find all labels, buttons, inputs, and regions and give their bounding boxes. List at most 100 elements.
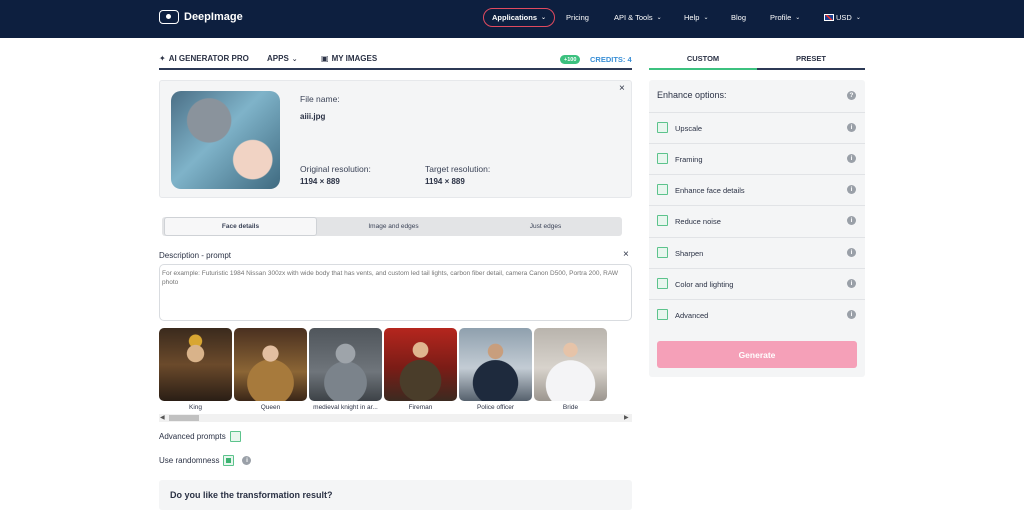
- gallery-horizontal-scrollbar[interactable]: ◀ ▶: [159, 414, 632, 422]
- option-advanced[interactable]: Advanced i: [649, 299, 865, 329]
- tab-my-images-label: MY IMAGES: [331, 54, 378, 63]
- nav-profile[interactable]: Profile ⌄: [770, 8, 800, 27]
- preset-queen[interactable]: Queen: [234, 328, 307, 414]
- nav-applications[interactable]: Applications ⌄: [483, 8, 556, 27]
- prompt-textarea[interactable]: [159, 264, 632, 321]
- remove-file-close-icon[interactable]: ×: [619, 83, 625, 94]
- question-icon[interactable]: ?: [847, 91, 856, 100]
- generate-button[interactable]: Generate: [657, 341, 857, 368]
- buy-credits-badge[interactable]: +100: [560, 55, 581, 64]
- nav-blog-label: Blog: [731, 13, 747, 22]
- nav-currency-label: USD: [836, 13, 852, 22]
- preset-knight-image: [309, 328, 382, 401]
- tab-preset-indicator: [757, 68, 865, 70]
- nav-pricing-label: Pricing: [566, 13, 589, 22]
- credits-counter: CREDITS: 4: [590, 55, 632, 64]
- tab-custom[interactable]: CUSTOM: [649, 54, 757, 63]
- top-navbar: DeepImage Applications ⌄ Pricing API & To…: [0, 0, 1024, 38]
- nav-api-tools[interactable]: API & Tools ⌄: [614, 8, 662, 27]
- option-framing[interactable]: Framing i: [649, 143, 865, 173]
- mode-segmented-control: Face details Image and edges Just edges: [162, 217, 622, 236]
- preset-police-officer[interactable]: Police officer: [459, 328, 532, 414]
- chevron-down-icon: ⌄: [656, 15, 662, 21]
- uk-flag-icon: [824, 14, 834, 21]
- preset-bride-label: Bride: [562, 404, 579, 411]
- preset-gallery: King Queen medieval knight in ar... Fire…: [159, 328, 632, 414]
- info-icon[interactable]: i: [847, 216, 856, 225]
- mode-just-edges[interactable]: Just edges: [469, 217, 622, 236]
- use-randomness-label: Use randomness: [159, 456, 220, 465]
- advanced-checkbox[interactable]: [657, 309, 668, 320]
- scrollbar-thumb[interactable]: [169, 415, 199, 421]
- framing-label: Framing: [675, 155, 703, 164]
- feedback-question: Do you like the transformation result?: [170, 490, 333, 500]
- nav-help[interactable]: Help ⌄: [684, 8, 708, 27]
- tab-apps[interactable]: APPS ⌄: [267, 54, 298, 63]
- preset-fireman-image: [384, 328, 457, 401]
- preset-bride-image: [534, 328, 607, 401]
- eye-logo-icon: [159, 10, 179, 24]
- scroll-left-arrow-icon[interactable]: ◀: [160, 414, 165, 421]
- color-lighting-label: Color and lighting: [675, 280, 734, 289]
- nav-currency[interactable]: USD ⌄: [824, 8, 861, 27]
- chevron-down-icon: ⌄: [855, 15, 861, 21]
- tab-preset[interactable]: PRESET: [757, 54, 865, 63]
- upscale-checkbox[interactable]: [657, 122, 668, 133]
- nav-applications-label: Applications: [492, 13, 538, 22]
- enhance-face-label: Enhance face details: [675, 186, 745, 195]
- advanced-prompts-label: Advanced prompts: [159, 432, 226, 441]
- preset-knight[interactable]: medieval knight in ar...: [309, 328, 382, 414]
- advanced-prompts-option: Advanced prompts: [159, 431, 241, 442]
- credits-badge-label: +100: [564, 56, 577, 63]
- option-sharpen[interactable]: Sharpen i: [649, 237, 865, 267]
- info-icon[interactable]: i: [847, 310, 856, 319]
- nav-blog[interactable]: Blog: [731, 8, 746, 27]
- preset-king[interactable]: King: [159, 328, 232, 414]
- chevron-down-icon: ⌄: [541, 15, 547, 21]
- preset-queen-label: Queen: [260, 404, 281, 411]
- color-lighting-checkbox[interactable]: [657, 278, 668, 289]
- tab-apps-label: APPS: [267, 54, 289, 63]
- brand-logo[interactable]: DeepImage: [159, 10, 243, 24]
- clear-prompt-close-icon[interactable]: ×: [623, 249, 629, 260]
- upscale-label: Upscale: [675, 124, 703, 133]
- chevron-down-icon: ⌄: [795, 15, 801, 21]
- tab-ai-generator-pro[interactable]: ✦ AI GENERATOR PRO: [159, 54, 249, 63]
- advanced-prompts-checkbox[interactable]: [229, 431, 241, 442]
- info-icon[interactable]: i: [847, 248, 856, 257]
- advanced-label: Advanced: [675, 311, 709, 320]
- mode-image-and-edges[interactable]: Image and edges: [317, 217, 470, 236]
- prompt-label: Description - prompt: [159, 251, 232, 260]
- option-reduce-noise[interactable]: Reduce noise i: [649, 205, 865, 235]
- nav-pricing[interactable]: Pricing: [566, 8, 589, 27]
- use-randomness-option: Use randomness i: [159, 455, 252, 466]
- preset-fireman-label: Fireman: [408, 404, 433, 411]
- mode-face-details[interactable]: Face details: [164, 217, 317, 236]
- tab-my-images[interactable]: ▣ MY IMAGES: [321, 54, 377, 63]
- info-icon[interactable]: i: [847, 279, 856, 288]
- info-icon[interactable]: i: [242, 456, 252, 465]
- uploaded-file-card: File name: aiii.jpg Original resolution:…: [159, 80, 632, 198]
- option-enhance-face-details[interactable]: Enhance face details i: [649, 174, 865, 204]
- file-name-label: File name:: [300, 94, 340, 104]
- info-icon[interactable]: i: [847, 185, 856, 194]
- enhance-face-checkbox[interactable]: [657, 184, 668, 195]
- use-randomness-checkbox[interactable]: [223, 455, 235, 466]
- original-resolution-label: Original resolution:: [300, 164, 371, 174]
- preset-knight-label: medieval knight in ar...: [313, 404, 378, 411]
- reduce-noise-checkbox[interactable]: [657, 215, 668, 226]
- nav-help-label: Help: [684, 13, 700, 22]
- framing-checkbox[interactable]: [657, 153, 668, 164]
- preset-bride[interactable]: Bride: [534, 328, 607, 414]
- preset-fireman[interactable]: Fireman: [384, 328, 457, 414]
- option-color-and-lighting[interactable]: Color and lighting i: [649, 268, 865, 298]
- preset-king-label: King: [188, 404, 202, 411]
- uploaded-image-thumbnail: [171, 91, 280, 189]
- sharpen-checkbox[interactable]: [657, 247, 668, 258]
- info-icon[interactable]: i: [847, 154, 856, 163]
- info-icon[interactable]: i: [847, 123, 856, 132]
- original-resolution-value: 1194 × 889: [300, 177, 340, 186]
- scroll-right-arrow-icon[interactable]: ▶: [624, 414, 629, 421]
- option-upscale[interactable]: Upscale i: [649, 112, 865, 142]
- preset-police-label: Police officer: [476, 404, 515, 411]
